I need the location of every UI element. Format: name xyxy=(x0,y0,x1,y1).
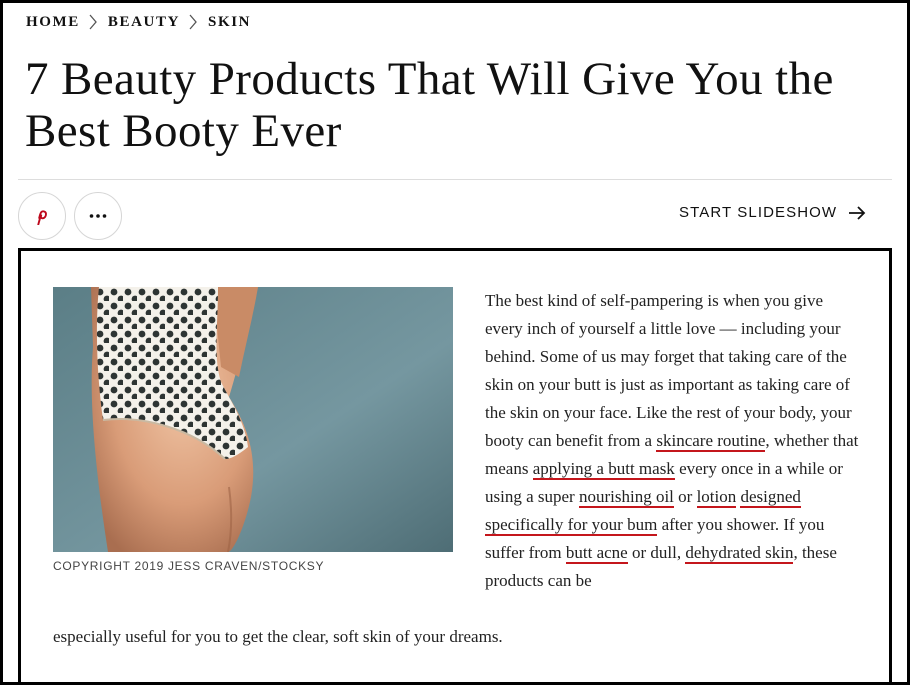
body-text: or xyxy=(673,487,697,506)
start-slideshow-label: START SLIDESHOW xyxy=(679,204,838,221)
link-nourishing-oil[interactable]: nourishing oil xyxy=(578,487,674,508)
more-icon xyxy=(89,214,107,218)
article-body-continued: especially useful for you to get the cle… xyxy=(53,627,503,646)
chevron-right-icon xyxy=(189,14,197,30)
pinterest-share-button[interactable] xyxy=(18,192,66,240)
pinterest-icon xyxy=(37,210,47,225)
article-title: 7 Beauty Products That Will Give You the… xyxy=(25,53,834,157)
breadcrumb: HOME BEAUTY SKIN xyxy=(26,12,251,32)
link-applying-butt-mask[interactable]: applying a butt mask xyxy=(532,459,675,480)
body-text: The best kind of self-pampering is when … xyxy=(485,291,852,450)
photo-caption: COPYRIGHT 2019 JESS CRAVEN/STOCKSY xyxy=(53,559,325,573)
article-body-paragraph: The best kind of self-pampering is when … xyxy=(485,287,865,595)
link-butt-acne[interactable]: butt acne xyxy=(565,543,628,564)
link-lotion[interactable]: lotion xyxy=(696,487,737,508)
page-frame: HOME BEAUTY SKIN 7 Beauty Products That … xyxy=(0,0,910,685)
breadcrumb-beauty[interactable]: BEAUTY xyxy=(108,14,180,31)
breadcrumb-home[interactable]: HOME xyxy=(26,14,80,31)
arrow-right-icon xyxy=(849,205,866,220)
chevron-right-icon xyxy=(89,14,97,30)
article-content: COPYRIGHT 2019 JESS CRAVEN/STOCKSY The b… xyxy=(18,248,892,682)
link-dehydrated-skin[interactable]: dehydrated skin xyxy=(685,543,794,564)
more-options-button[interactable] xyxy=(74,192,122,240)
article-figure: COPYRIGHT 2019 JESS CRAVEN/STOCKSY xyxy=(53,287,453,573)
article-photo xyxy=(53,287,453,552)
link-skincare-routine[interactable]: skincare routine xyxy=(656,431,766,452)
body-text: or dull, xyxy=(627,543,682,562)
start-slideshow-button[interactable]: START SLIDESHOW xyxy=(679,204,866,221)
breadcrumb-skin[interactable]: SKIN xyxy=(208,14,251,31)
divider xyxy=(18,179,892,180)
